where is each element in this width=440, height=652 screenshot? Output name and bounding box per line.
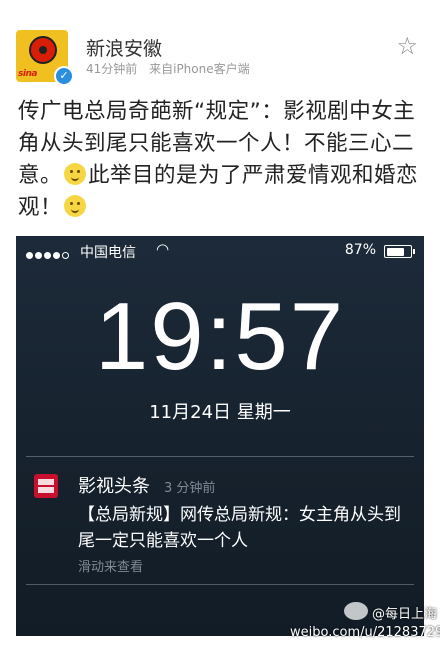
verified-badge-icon: ✓ bbox=[54, 66, 74, 86]
post-time: 41分钟前 bbox=[86, 62, 138, 76]
username[interactable]: 新浪安徽 bbox=[86, 34, 162, 61]
wifi-icon: ◠ bbox=[156, 240, 170, 258]
news-app-icon bbox=[34, 474, 58, 498]
signal-strength-icon bbox=[26, 247, 71, 263]
battery-fill bbox=[386, 247, 404, 256]
battery-percent: 87% bbox=[344, 242, 376, 258]
battery-icon bbox=[384, 245, 415, 258]
watermark-url: weibo.com/u/2128372946 bbox=[290, 625, 440, 640]
post-meta: 41分钟前 来自iPhone客户端 bbox=[86, 60, 250, 77]
notification-divider-top bbox=[26, 456, 414, 457]
avatar-brand: sina bbox=[18, 69, 37, 79]
status-bar: 中国电信 ◠ 87% bbox=[16, 236, 424, 266]
carrier-name: 中国电信 bbox=[80, 245, 136, 261]
star-icon[interactable]: ☆ bbox=[396, 32, 418, 60]
notification-body[interactable]: 【总局新规】网传总局新规：女主角从头到尾一定只能喜欢一个人 bbox=[78, 502, 410, 554]
lockscreen-date: 11月24日 星期一 bbox=[149, 402, 291, 423]
weibo-post: sina ✓ 新浪安徽 41分钟前 来自iPhone客户端 ☆ 传广电总局奇葩新… bbox=[0, 0, 440, 652]
slide-to-view-hint: 滑动来查看 bbox=[78, 560, 144, 575]
smile-emoji-icon bbox=[64, 195, 87, 217]
notification-time: 3 分钟前 bbox=[164, 481, 216, 496]
post-text: 传广电总局奇葩新“规定”：影视剧中女主角从头到尾只能喜欢一个人！不能三心二意。此… bbox=[18, 96, 424, 224]
notification-divider-bottom bbox=[26, 584, 414, 585]
post-source[interactable]: 来自iPhone客户端 bbox=[149, 62, 250, 76]
avatar-logo-icon bbox=[29, 36, 57, 64]
lockscreen-clock: 19:57 bbox=[94, 283, 346, 390]
smile-emoji-icon bbox=[64, 163, 87, 185]
weibo-logo-icon bbox=[344, 602, 368, 620]
lockscreen-screenshot[interactable]: 中国电信 ◠ 87% 19:57 11月24日 星期一 影视头条 3 分钟前 【… bbox=[16, 236, 424, 636]
watermark-name: @每日上海 bbox=[372, 607, 438, 622]
notification-app-name: 影视头条 bbox=[78, 476, 150, 497]
